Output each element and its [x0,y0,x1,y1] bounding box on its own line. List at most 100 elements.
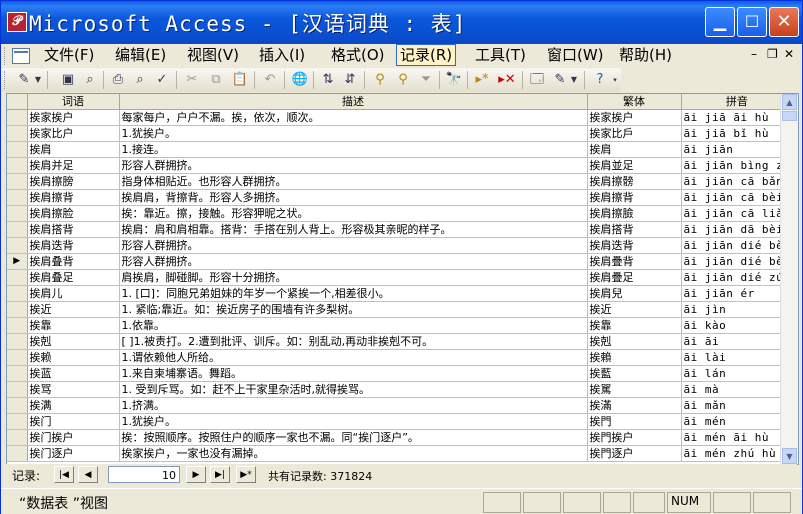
sort-descending-icon[interactable]: ⇵ [341,71,359,89]
menu-window[interactable]: 窗口(W) [544,45,607,65]
cell-traditional[interactable]: 挨近 [587,301,682,318]
record-selector[interactable] [7,365,28,382]
current-record-field[interactable]: 10 [108,466,180,483]
filter-by-form-icon[interactable]: ⚲ [394,71,412,89]
chevron-down-icon[interactable]: ▼ [569,71,579,89]
table-row[interactable]: 挨家比户 1.犹挨户。 挨家比戶 āi jiā bǐ hù [7,125,794,142]
cell-pinyin[interactable]: āi mà [681,381,794,398]
toolbar-grip[interactable] [4,71,8,89]
view-icon[interactable]: ✎ [15,71,33,89]
cell-word[interactable]: 挨肩擦脸 [27,205,120,222]
scroll-thumb[interactable] [782,111,797,121]
menu-records[interactable]: 记录(R) [396,44,457,66]
cell-word[interactable]: 挨肩搭背 [27,221,120,238]
menu-edit[interactable]: 编辑(E) [112,45,169,65]
table-row[interactable]: 挨肩擦背 挨肩肩，背擦背。形容人多拥挤。 挨肩擦背 āi jiān cā bèi [7,189,794,206]
column-header-description[interactable]: 描述 [119,94,588,110]
minimize-button[interactable]: ▁ [705,7,735,37]
table-row[interactable]: 挨肩并足 形容人群拥挤。 挨肩並足 āi jiān bìng zú [7,157,794,174]
toolbar-options-icon[interactable]: ▾ [611,71,619,89]
paste-icon[interactable]: 📋 [231,71,249,89]
mdi-minimize-icon[interactable]: – [751,47,757,61]
cell-traditional[interactable]: 挨家比戶 [587,125,682,142]
save-icon[interactable]: ▣ [59,71,77,89]
table-row[interactable]: 挨蓝 1.来自柬埔寨语。舞蹈。 挨藍 āi lán [7,365,794,382]
table-row[interactable]: 挨满 1.挤满。 挨滿 āi mǎn [7,397,794,414]
cell-traditional[interactable]: 挨肩迭背 [587,237,682,254]
table-row[interactable]: 挨肩擦膀 指身体相贴近。也形容人群拥挤。 挨肩擦髈 āi jiān cā bǎng [7,173,794,190]
scroll-up-icon[interactable]: ▲ [782,94,797,110]
table-row[interactable]: 挨近 1. 紧临;靠近。如：挨近房子的围墙有许多梨树。 挨近 āi jìn [7,301,794,318]
cell-description[interactable]: 挨肩：肩和肩相靠。搭背：手搭在别人背上。形容极其亲昵的样子。 [119,221,588,238]
cell-word[interactable]: 挨家比户 [27,125,120,142]
cell-pinyin[interactable]: āi jiān dié bèi [681,237,794,254]
cell-word[interactable]: 挨满 [27,397,120,414]
cell-traditional[interactable]: 挨剋 [587,333,682,350]
maximize-button[interactable]: ☐ [737,7,767,37]
menu-format[interactable]: 格式(O) [328,45,388,65]
cell-pinyin[interactable]: āi jiān dā bèi [681,221,794,238]
last-record-button[interactable]: ▶| [210,466,230,483]
cell-word[interactable]: 挨近 [27,301,120,318]
database-window-icon[interactable]: 🗔 [528,71,546,89]
cell-traditional[interactable]: 挨門挨户 [587,429,682,446]
cell-pinyin[interactable]: āi jiān dié bèi [681,253,794,270]
cell-description[interactable]: 1.依靠。 [119,317,588,334]
cell-word[interactable]: 挨肩迭背 [27,237,120,254]
cell-pinyin[interactable]: āi jiān bìng zú [681,157,794,174]
table-row[interactable]: 挨肩搭背 挨肩：肩和肩相靠。搭背：手搭在别人背上。形容极其亲昵的样子。 挨肩搭背 āi… [7,221,794,238]
cell-description[interactable]: 指身体相贴近。也形容人群拥挤。 [119,173,588,190]
cell-description[interactable]: 1. [口]：同胞兄弟姐妹的年岁一个紧挨一个,相差很小。 [119,285,588,302]
cut-icon[interactable]: ✂ [183,71,201,89]
new-record-icon[interactable]: ▸* [473,71,491,89]
cell-pinyin[interactable]: āi mén āi hù [681,429,794,446]
find-icon[interactable]: 🔭 [445,71,463,89]
cell-pinyin[interactable]: āi jiān cā bèi [681,189,794,206]
record-selector[interactable] [7,301,28,318]
menu-insert[interactable]: 插入(I) [256,45,308,65]
cell-word[interactable]: 挨门逐户 [27,445,120,462]
cell-traditional[interactable]: 挨藍 [587,365,682,382]
cell-traditional[interactable]: 挨肩擦髈 [587,173,682,190]
record-selector[interactable] [7,445,28,462]
cell-word[interactable]: 挨门 [27,413,120,430]
record-selector[interactable] [7,173,28,190]
cell-description[interactable]: 挨：按照顺序。按照住户的顺序一家也不漏。同“挨门逐户”。 [119,429,588,446]
cell-description[interactable]: 1.谓依赖他人所给。 [119,349,588,366]
table-row[interactable]: 挨骂 1. 受到斥骂。如：赶不上干家里杂活时,就得挨骂。 挨駡 āi mà [7,381,794,398]
record-selector[interactable] [7,109,28,126]
table-document-icon[interactable] [12,48,30,64]
cell-word[interactable]: 挨赖 [27,349,120,366]
record-selector[interactable] [7,413,28,430]
close-button[interactable]: ✕ [769,7,799,37]
cell-word[interactable]: 挨门挨户 [27,429,120,446]
cell-traditional[interactable]: 挨肩擦臉 [587,205,682,222]
cell-description[interactable]: 1.来自柬埔寨语。舞蹈。 [119,365,588,382]
cell-description[interactable]: 1.犹挨户。 [119,413,588,430]
cell-word[interactable]: 挨肩擦膀 [27,173,120,190]
cell-description[interactable]: 1.挤满。 [119,397,588,414]
cell-word[interactable]: 挨肩叠足 [27,269,120,286]
cell-traditional[interactable]: 挨肩疊背 [587,253,682,270]
scroll-down-icon[interactable]: ▼ [782,448,797,464]
print-preview-icon[interactable]: ⌕ [131,71,149,89]
record-selector[interactable] [7,205,28,222]
cell-traditional[interactable]: 挨肩兒 [587,285,682,302]
record-selector[interactable] [7,333,28,350]
cell-traditional[interactable]: 挨門 [587,413,682,430]
mdi-close-icon[interactable]: ✕ [784,47,794,61]
record-selector[interactable] [7,397,28,414]
first-record-button[interactable]: |◀ [54,466,74,483]
menu-grip[interactable] [4,47,8,65]
record-selector[interactable]: ▶ [7,253,28,270]
table-row[interactable]: 挨家挨户 每家每户，户户不漏。挨，依次，顺次。 挨家挨户 āi jiā āi hù [7,109,794,126]
cell-description[interactable]: 挨：靠近。擦，接触。形容狎昵之状。 [119,205,588,222]
cell-description[interactable]: 1.接连。 [119,141,588,158]
access-key-icon[interactable]: 𝒫 [7,12,27,32]
record-selector[interactable] [7,221,28,238]
cell-pinyin[interactable]: āi jìn [681,301,794,318]
record-selector[interactable] [7,141,28,158]
cell-word[interactable]: 挨剋 [27,333,120,350]
cell-traditional[interactable]: 挨肩並足 [587,157,682,174]
table-row[interactable]: 挨剋[ ]1.被责打。2.遭到批评、训斥。如：别乱动,再动非挨剋不可。 挨剋 āi … [7,333,794,350]
